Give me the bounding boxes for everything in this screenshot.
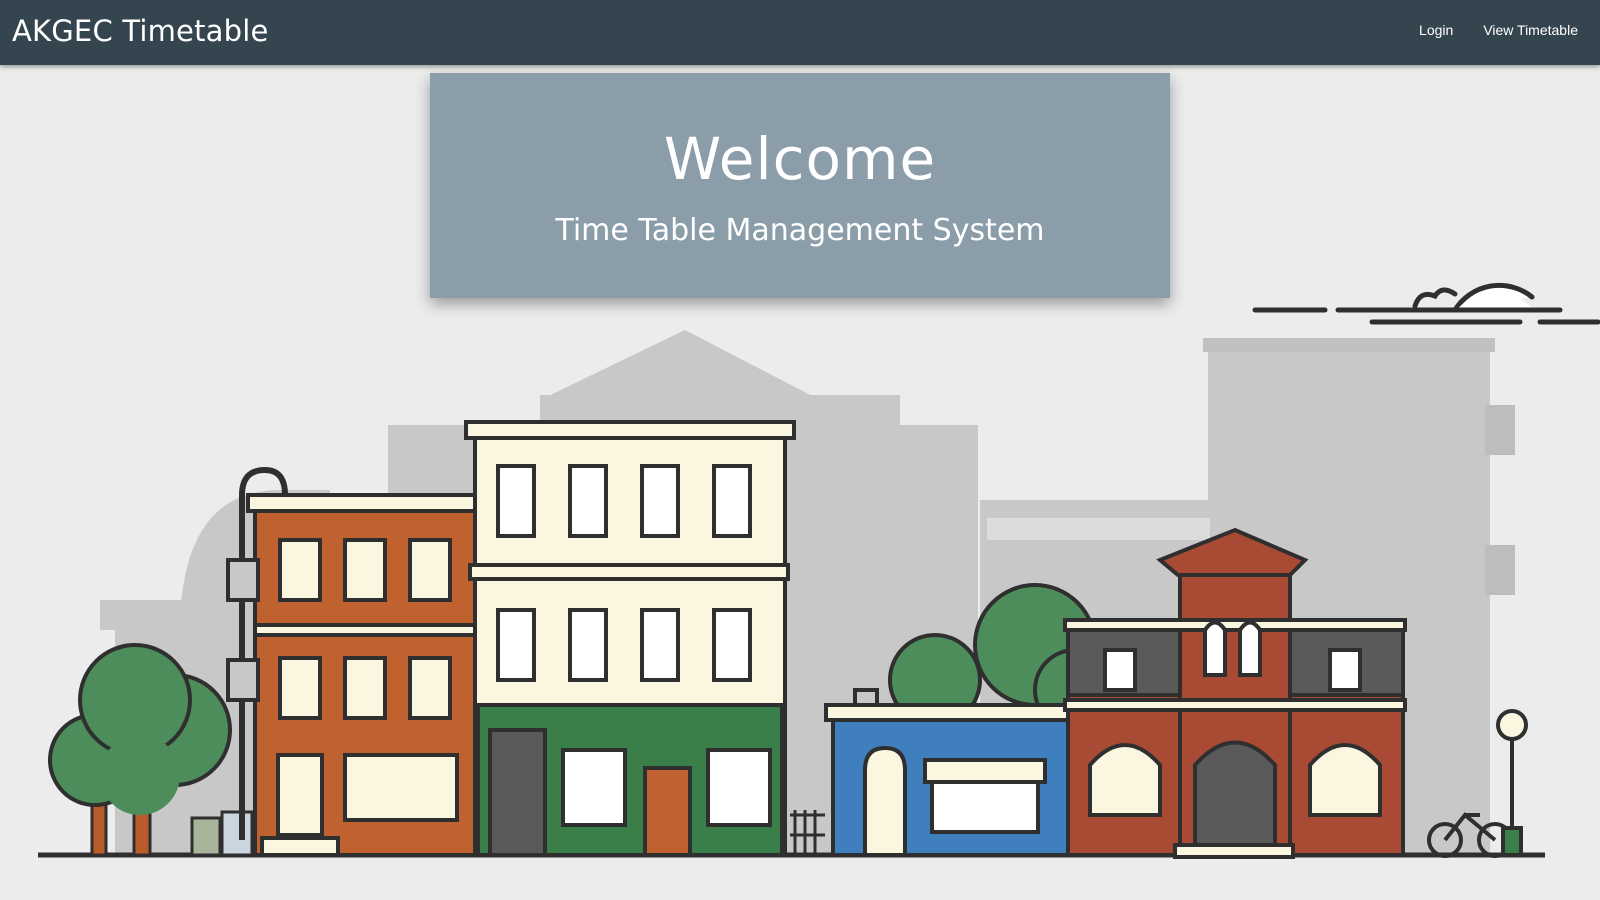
welcome-subtitle: Time Table Management System	[555, 213, 1045, 248]
welcome-title: Welcome	[663, 125, 937, 193]
blue-shop	[824, 688, 1077, 857]
lamp-post-right	[1496, 709, 1528, 857]
brand-logo-link[interactable]: AKGEC Timetable	[12, 14, 269, 48]
nav-login-link[interactable]: Login	[1419, 22, 1453, 38]
sun-clouds	[1252, 282, 1600, 325]
top-navbar: AKGEC Timetable Login View Timetable	[0, 0, 1600, 65]
nav-view-timetable-link[interactable]: View Timetable	[1483, 22, 1578, 38]
orange-building	[226, 493, 484, 857]
welcome-card: Welcome Time Table Management System	[430, 73, 1170, 298]
cream-building	[464, 420, 796, 857]
nav-links: Login View Timetable	[1419, 22, 1578, 38]
